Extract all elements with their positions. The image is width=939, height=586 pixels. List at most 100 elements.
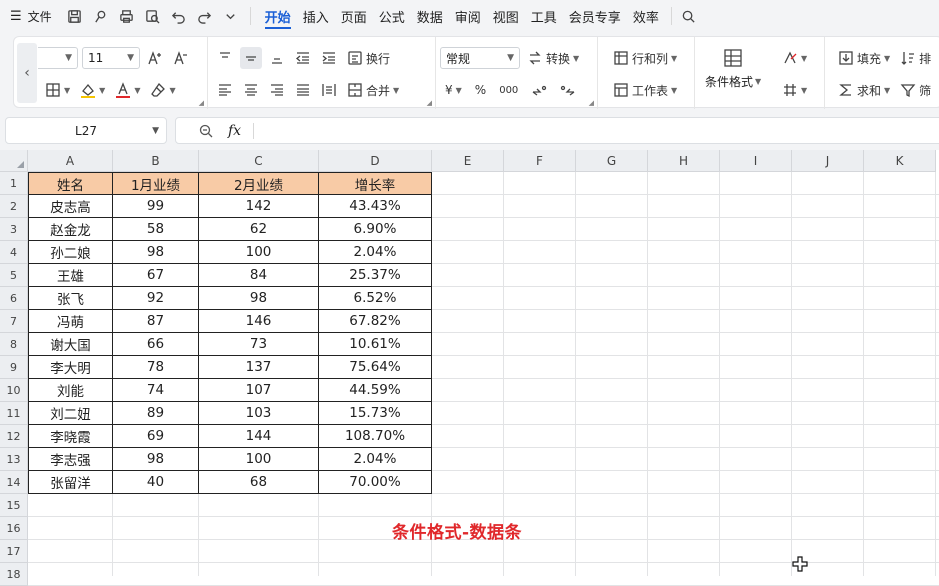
table-cell[interactable]: 84 — [199, 264, 319, 287]
column-header-f[interactable]: F — [504, 150, 576, 172]
spreadsheet-grid[interactable]: A B C D E F G H I J K 1 2 3 4 5 6 7 8 9 10 11 12 13 14 15 16 17 18 姓名… — [0, 150, 939, 586]
table-cell[interactable]: 74 — [113, 379, 199, 402]
dialog-launcher-icon[interactable]: ◢ — [199, 99, 204, 107]
row-header-10[interactable]: 10 — [0, 379, 28, 402]
table-cell[interactable]: 67.82% — [319, 310, 432, 333]
table-cell[interactable]: 66 — [113, 333, 199, 356]
table-cell[interactable]: 43.43% — [319, 195, 432, 218]
table-cell[interactable]: 6.90% — [319, 218, 432, 241]
decrease-decimal-icon[interactable] — [557, 79, 579, 101]
row-header-12[interactable]: 12 — [0, 425, 28, 448]
column-header-j[interactable]: J — [792, 150, 864, 172]
decrease-font-icon[interactable] — [170, 47, 192, 69]
tab-formula[interactable]: 公式 — [373, 0, 411, 32]
table-cell[interactable]: 62 — [199, 218, 319, 241]
table-cell[interactable]: 73 — [199, 333, 319, 356]
column-header-a[interactable]: A — [28, 150, 113, 172]
wrap-text-button[interactable]: 换行 — [344, 47, 393, 69]
table-header-cell[interactable]: 1月业绩 — [113, 172, 199, 195]
row-header-17[interactable]: 17 — [0, 540, 28, 563]
convert-button[interactable]: 转换 ▼ — [524, 47, 582, 69]
row-header-4[interactable]: 4 — [0, 241, 28, 264]
table-cell[interactable]: 张飞 — [28, 287, 113, 310]
tab-insert[interactable]: 插入 — [297, 0, 335, 32]
row-header-9[interactable]: 9 — [0, 356, 28, 379]
column-header-b[interactable]: B — [113, 150, 199, 172]
table-cell[interactable]: 李晓霞 — [28, 425, 113, 448]
column-header-g[interactable]: G — [576, 150, 648, 172]
fill-button[interactable]: 填充 ▼ — [835, 47, 893, 69]
table-cell[interactable]: 58 — [113, 218, 199, 241]
tab-data[interactable]: 数据 — [411, 0, 449, 32]
column-header-h[interactable]: H — [648, 150, 720, 172]
chevron-down-icon[interactable] — [220, 5, 242, 27]
save-icon[interactable] — [64, 5, 86, 27]
table-cell[interactable]: 142 — [199, 195, 319, 218]
tab-view[interactable]: 视图 — [487, 0, 525, 32]
table-cell[interactable]: 69 — [113, 425, 199, 448]
table-cell[interactable]: 99 — [113, 195, 199, 218]
tab-review[interactable]: 审阅 — [449, 0, 487, 32]
column-header-i[interactable]: I — [720, 150, 792, 172]
column-header-d[interactable]: D — [319, 150, 432, 172]
table-cell[interactable]: 25.37% — [319, 264, 432, 287]
decrease-indent-icon[interactable] — [292, 47, 314, 69]
table-cell[interactable]: 李大明 — [28, 356, 113, 379]
dialog-launcher-icon[interactable]: ◢ — [589, 99, 594, 107]
table-cell[interactable]: 张留洋 — [28, 471, 113, 494]
table-cell[interactable]: 87 — [113, 310, 199, 333]
table-cell[interactable]: 6.52% — [319, 287, 432, 310]
percent-button[interactable]: % — [472, 79, 489, 101]
row-header-14[interactable]: 14 — [0, 471, 28, 494]
font-name-select[interactable]: ▼ — [38, 47, 78, 69]
table-cell[interactable]: 2.04% — [319, 241, 432, 264]
table-cell[interactable]: 刘能 — [28, 379, 113, 402]
table-cell[interactable]: 冯萌 — [28, 310, 113, 333]
ribbon-scroll-left-button[interactable]: ‹ — [17, 43, 37, 103]
table-cell[interactable]: 皮志高 — [28, 195, 113, 218]
column-header-k[interactable]: K — [864, 150, 936, 172]
table-cell[interactable]: 107 — [199, 379, 319, 402]
table-cell[interactable]: 刘二妞 — [28, 402, 113, 425]
table-cell[interactable]: 100 — [199, 241, 319, 264]
row-header-16[interactable]: 16 — [0, 517, 28, 540]
table-cell[interactable]: 78 — [113, 356, 199, 379]
table-cell[interactable]: 王雄 — [28, 264, 113, 287]
distributed-icon[interactable] — [318, 79, 340, 101]
row-header-8[interactable]: 8 — [0, 333, 28, 356]
row-header-15[interactable]: 15 — [0, 494, 28, 517]
dialog-launcher-icon[interactable]: ◢ — [427, 99, 432, 107]
tab-member[interactable]: 会员专享 — [563, 0, 627, 32]
borders-button[interactable]: ▼ — [42, 79, 73, 101]
row-header-18[interactable]: 18 — [0, 563, 28, 586]
name-box[interactable]: L27 ▼ — [5, 117, 167, 144]
table-cell[interactable]: 67 — [113, 264, 199, 287]
currency-button[interactable]: ¥ ▼ — [442, 79, 465, 101]
table-cell[interactable]: 92 — [113, 287, 199, 310]
row-header-11[interactable]: 11 — [0, 402, 28, 425]
format-painter-icon[interactable] — [90, 5, 112, 27]
table-cell[interactable]: 2.04% — [319, 448, 432, 471]
table-header-cell[interactable]: 2月业绩 — [199, 172, 319, 195]
table-cell[interactable]: 10.61% — [319, 333, 432, 356]
filter-button[interactable]: 筛 — [897, 79, 934, 101]
search-icon[interactable] — [678, 5, 700, 27]
table-cell[interactable]: 100 — [199, 448, 319, 471]
table-cell[interactable]: 15.73% — [319, 402, 432, 425]
sort-button[interactable]: 排 — [897, 47, 934, 69]
increase-indent-icon[interactable] — [318, 47, 340, 69]
insert-function-icon[interactable]: fx — [228, 123, 241, 139]
worksheet-button[interactable]: 工作表 ▼ — [610, 79, 680, 101]
print-icon[interactable] — [116, 5, 138, 27]
align-middle-icon[interactable] — [240, 47, 262, 69]
print-preview-icon[interactable] — [142, 5, 164, 27]
font-color-button[interactable]: ▼ — [112, 79, 143, 101]
table-header-cell[interactable]: 姓名 — [28, 172, 113, 195]
conditional-format-button[interactable]: 条件格式 ▼ — [705, 47, 761, 90]
row-header-3[interactable]: 3 — [0, 218, 28, 241]
table-cell[interactable]: 68 — [199, 471, 319, 494]
table-cell[interactable]: 98 — [113, 448, 199, 471]
table-cell[interactable]: 146 — [199, 310, 319, 333]
table-cell[interactable]: 98 — [113, 241, 199, 264]
row-header-2[interactable]: 2 — [0, 195, 28, 218]
